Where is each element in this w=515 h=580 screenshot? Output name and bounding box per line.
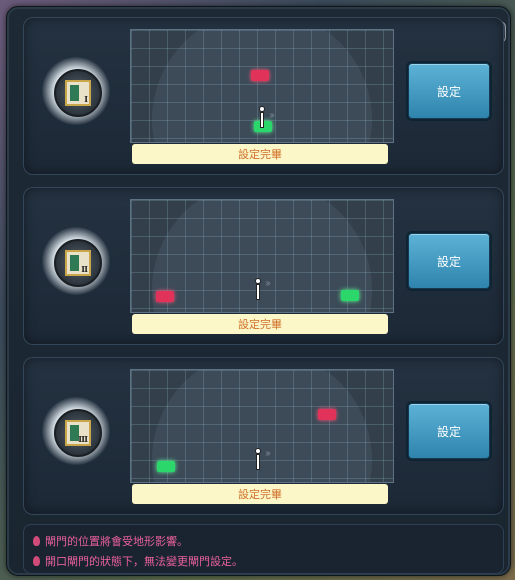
portal-medal-ring: Ⅲ	[54, 409, 102, 457]
player-figure-icon	[253, 278, 263, 300]
set-button-1[interactable]: 設定	[408, 63, 490, 119]
green-portal-marker[interactable]	[157, 461, 175, 472]
exclamation-icon	[33, 556, 40, 566]
portal-numeral: Ⅰ	[84, 94, 88, 104]
player-figure-icon	[253, 448, 263, 470]
portal-medal-ring: Ⅰ	[54, 69, 102, 117]
portal-settings-window: ? Ⅰ ››› 設定完畢 設定	[6, 6, 511, 576]
red-portal-marker[interactable]	[251, 70, 269, 81]
portal-numeral: Ⅲ	[78, 434, 88, 444]
portal-medal-2: Ⅱ	[42, 227, 110, 295]
portal-numeral: Ⅱ	[81, 264, 88, 274]
red-portal-marker[interactable]	[318, 409, 336, 420]
portal-medal-ring: Ⅱ	[54, 239, 102, 287]
green-portal-marker[interactable]	[341, 290, 359, 301]
portal-panel-1: Ⅰ ››› 設定完畢 設定	[23, 17, 504, 175]
note-item: 閘門的位置將會受地形影響。	[33, 533, 188, 549]
set-button-2[interactable]: 設定	[408, 233, 490, 289]
player-figure-icon	[257, 106, 267, 128]
door-icon	[70, 85, 79, 101]
direction-arrow-icon: ›››	[269, 110, 275, 121]
status-label: 設定完畢	[132, 314, 388, 334]
door-icon	[70, 255, 79, 271]
note-text: 開口閘門的狀態下，無法變更閘門設定。	[45, 556, 243, 568]
notes-box: 閘門的位置將會受地形影響。 開口閘門的狀態下，無法變更閘門設定。	[23, 524, 504, 574]
portal-panel-2: Ⅱ ››› 設定完畢 設定	[23, 187, 504, 345]
portal-medal-3: Ⅲ	[42, 397, 110, 465]
status-label: 設定完畢	[132, 144, 388, 164]
exclamation-icon	[33, 536, 40, 546]
note-text: 閘門的位置將會受地形影響。	[45, 536, 188, 548]
portal-position-grid-3[interactable]: ›››	[130, 369, 394, 483]
portal-door-icon: Ⅲ	[65, 420, 91, 446]
portal-medal-1: Ⅰ	[42, 57, 110, 125]
portal-position-grid-2[interactable]: ›››	[130, 199, 394, 313]
portal-position-grid-1[interactable]: ›››	[130, 29, 394, 143]
portal-door-icon: Ⅰ	[65, 80, 91, 106]
status-label: 設定完畢	[132, 484, 388, 504]
direction-arrow-icon: ›››	[265, 278, 271, 289]
direction-arrow-icon: ›››	[265, 448, 271, 459]
portal-panel-3: Ⅲ ››› 設定完畢 設定	[23, 357, 504, 515]
note-item: 開口閘門的狀態下，無法變更閘門設定。	[33, 553, 243, 569]
set-button-3[interactable]: 設定	[408, 403, 490, 459]
portal-door-icon: Ⅱ	[65, 250, 91, 276]
red-portal-marker[interactable]	[156, 291, 174, 302]
